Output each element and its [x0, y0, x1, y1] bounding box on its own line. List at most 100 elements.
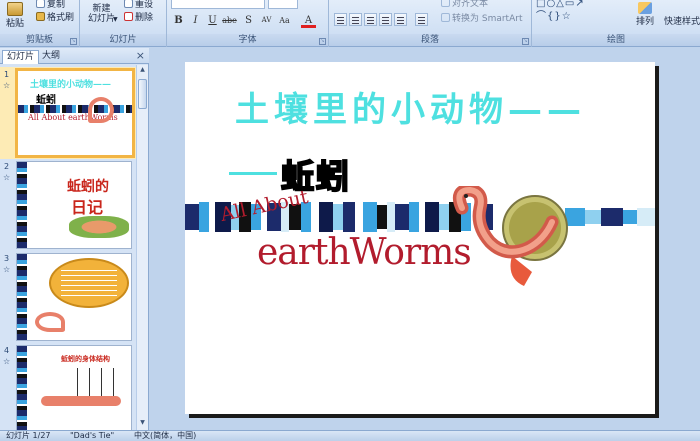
scroll-up-icon[interactable]: ▲ [138, 66, 147, 76]
animation-star-icon: ☆ [3, 357, 11, 366]
thumbnail-subtitle: 日记 [71, 198, 104, 217]
tab-slides[interactable]: 幻灯片 [2, 50, 40, 64]
slide-title[interactable]: 土壤里的小动物—— [235, 90, 625, 130]
smartart-icon [441, 13, 450, 22]
new-slide-label-2: 幻灯片 [88, 14, 116, 24]
copy-button[interactable]: 复制 [36, 0, 65, 10]
animation-star-icon: ☆ [3, 81, 11, 90]
italic-button[interactable]: I [188, 13, 203, 28]
thumbnail-number: 4 [4, 346, 10, 355]
slide-thumbnail-3[interactable]: 3 ☆ [0, 251, 137, 343]
thumbnail-list: 1 ☆ 土壤里的小动物—— 蚯蚓 All About earthWorms 2 … [0, 65, 137, 430]
thumbnail-subtitle: 蚯蚓 [36, 95, 56, 106]
slides-group-label: 幻灯片 [80, 34, 166, 46]
clipboard-group: 粘贴 复制 格式刷 剪贴板 ↘ [0, 0, 80, 47]
current-slide[interactable]: 土壤里的小动物—— 蚯蚓 All About earthWorms [185, 62, 655, 414]
earthworm-icon [452, 186, 568, 286]
thumbnail-preview: 土壤里的小动物—— 蚯蚓 All About earthWorms [15, 68, 135, 158]
paragraph-group-label: 段落 [329, 34, 531, 46]
font-name-box[interactable] [171, 0, 265, 9]
worm-icon [41, 396, 121, 406]
art-text-earthworms: earthWorms [257, 232, 472, 273]
copy-icon [36, 0, 45, 8]
columns-button[interactable] [415, 13, 428, 26]
thumbnail-number: 1 [4, 70, 10, 79]
subtitle-dash [229, 172, 277, 175]
arrange-button[interactable]: 排列 [636, 2, 654, 27]
clipboard-launcher-icon[interactable]: ↘ [70, 38, 77, 45]
worm-icon [88, 97, 114, 123]
thumbnail-number: 3 [4, 254, 10, 263]
worm-icon [69, 216, 129, 238]
drawing-group: □○△▭↗ ⌒{}☆ 排列 快速样式 绘图 [532, 0, 700, 47]
change-case-button[interactable]: Aa [277, 13, 292, 28]
bubble-text-lines [61, 270, 117, 296]
thumbnail-title: 蚯蚓的身体结构 [61, 355, 110, 363]
close-icon[interactable]: × [136, 49, 145, 62]
diagram-lines [77, 368, 117, 398]
align-text-button[interactable]: 对齐文本 [441, 0, 488, 9]
slides-group: 新建 幻灯片 ▼ 重设 删除 幻灯片 [80, 0, 167, 47]
slide-thumbnail-2[interactable]: 2 ☆ 蚯蚓的 日记 [0, 159, 137, 251]
tab-outline[interactable]: 大纲 [38, 50, 64, 64]
align-right-button[interactable] [364, 13, 377, 26]
delete-slide-button[interactable]: 删除 [124, 10, 153, 23]
strikethrough-button[interactable]: abe [222, 13, 237, 28]
distribute-button[interactable] [394, 13, 407, 26]
thumbnail-number: 2 [4, 162, 10, 171]
paste-button[interactable]: 粘贴 [6, 2, 24, 29]
shadow-button[interactable]: S [241, 13, 256, 28]
bold-button[interactable]: B [171, 13, 186, 28]
slide-thumbnail-1[interactable]: 1 ☆ 土壤里的小动物—— 蚯蚓 All About earthWorms [0, 67, 137, 159]
status-bar: 幻灯片 1/27 "Dad's Tie" 中文(简体，中国) [0, 430, 700, 441]
format-painter-icon [36, 12, 45, 21]
font-group: B I U abe S AV Aa A 字体 ↘ [167, 0, 329, 47]
thumbnail-banner [18, 105, 132, 113]
convert-smartart-button[interactable]: 转换为 SmartArt [441, 11, 522, 24]
thumbnail-stripe [17, 346, 27, 430]
font-size-box[interactable] [268, 0, 298, 9]
thumbnail-stripe [17, 254, 27, 340]
shapes-gallery-icons: □○△▭↗ ⌒{}☆ [536, 0, 585, 22]
thumbnail-scrollbar[interactable]: ▲ ▼ [136, 65, 148, 430]
thumbnail-preview: 蚯蚓的身体结构 [16, 345, 132, 430]
char-spacing-button[interactable]: AV [259, 13, 274, 28]
arrange-icon [638, 2, 652, 14]
align-text-icon [441, 0, 450, 7]
font-launcher-icon[interactable]: ↘ [319, 38, 326, 45]
reset-button[interactable]: 重设 [124, 0, 153, 10]
animation-star-icon: ☆ [3, 173, 11, 182]
align-center-button[interactable] [349, 13, 362, 26]
animation-star-icon: ☆ [3, 265, 11, 274]
thumbnail-title: 蚯蚓的 [67, 179, 109, 195]
slide-thumbnail-4[interactable]: 4 ☆ 蚯蚓的身体结构 [0, 343, 137, 430]
font-color-button[interactable]: A [301, 13, 316, 28]
paragraph-group: 对齐文本 转换为 SmartArt 段落 ↘ [329, 0, 532, 47]
scroll-down-icon[interactable]: ▼ [138, 419, 147, 429]
slide-count: 幻灯片 1/27 [6, 431, 51, 440]
thumbnail-title: 土壤里的小动物—— [30, 80, 112, 90]
delete-icon [124, 12, 133, 21]
slide-editor: 土壤里的小动物—— 蚯蚓 All About earthWorms [150, 48, 700, 430]
theme-name: "Dad's Tie" [70, 431, 115, 440]
language-indicator[interactable]: 中文(简体，中国) [134, 431, 196, 441]
align-left-button[interactable] [334, 13, 347, 26]
clipboard-group-label: 剪贴板 [0, 34, 79, 46]
reset-icon [124, 0, 133, 8]
new-slide-button[interactable]: 新建 幻灯片 [88, 4, 115, 24]
thumbnail-preview: 蚯蚓的 日记 [16, 161, 132, 249]
paragraph-launcher-icon[interactable]: ↘ [522, 38, 529, 45]
new-slide-dropdown-icon[interactable]: ▼ [113, 16, 119, 23]
scrollbar-thumb[interactable] [138, 79, 147, 109]
format-painter-button[interactable]: 格式刷 [36, 10, 74, 23]
shapes-gallery[interactable]: □○△▭↗ ⌒{}☆ [536, 0, 626, 25]
justify-button[interactable] [379, 13, 392, 26]
ribbon: 粘贴 复制 格式刷 剪贴板 ↘ 新建 幻灯片 ▼ 重设 删除 幻灯片 B I U… [0, 0, 700, 47]
font-group-label: 字体 [167, 34, 328, 46]
thumbnail-stripe [17, 162, 27, 248]
paste-icon [7, 2, 23, 16]
thumbnail-preview [16, 253, 132, 341]
quick-styles-button[interactable]: 快速样式 [664, 14, 700, 27]
underline-button[interactable]: U [205, 13, 220, 28]
new-slide-label: 新建 [92, 4, 111, 14]
